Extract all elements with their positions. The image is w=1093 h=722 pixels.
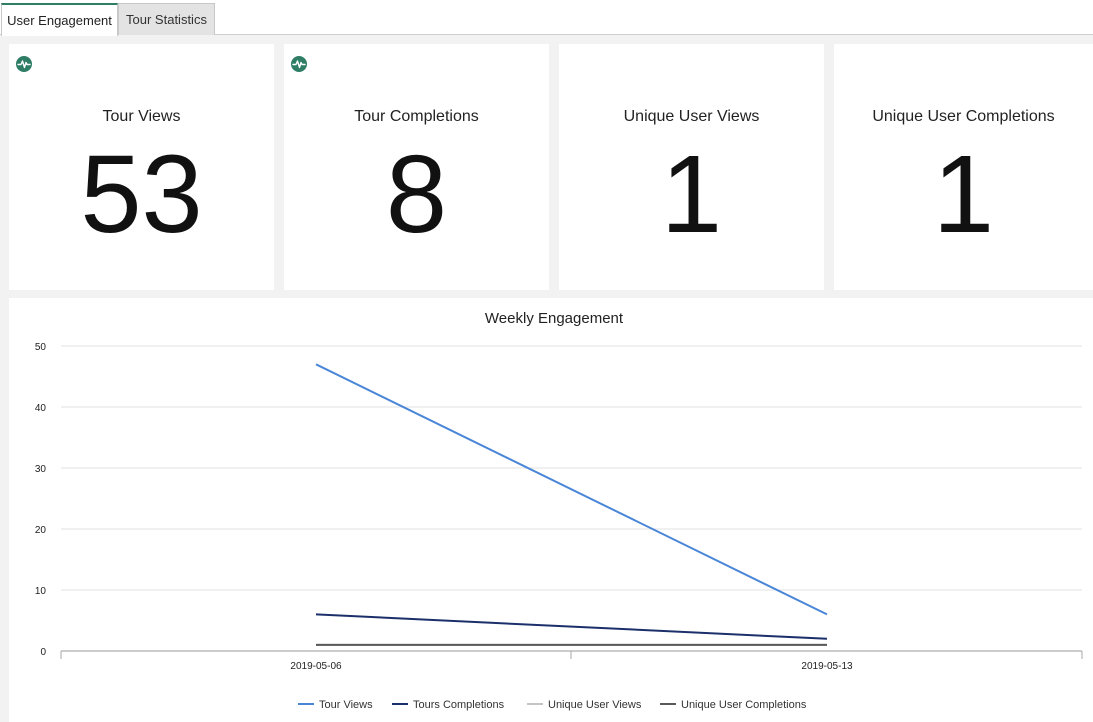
- card-label: Tour Completions: [354, 108, 479, 125]
- legend-label: Unique User Views: [548, 699, 642, 711]
- tab-tour-statistics[interactable]: Tour Statistics: [118, 3, 215, 35]
- card-label: Unique User Views: [623, 108, 760, 125]
- x-tick-label: 2019-05-06: [290, 661, 342, 672]
- chart-title: Weekly Engagement: [485, 310, 624, 327]
- series-line-tour-views: [315, 363, 828, 616]
- y-tick-label: 20: [35, 525, 47, 536]
- card-value: 53: [80, 133, 203, 256]
- y-tick-label: 30: [35, 464, 47, 475]
- legend-label: Unique User Completions: [681, 699, 807, 711]
- card-value: 8: [385, 133, 448, 256]
- unique-user-views-card: Unique User Views 1: [559, 44, 824, 290]
- y-tick-label: 40: [35, 403, 47, 414]
- weekly-engagement-chart: Weekly Engagement 0 10 20 30 40 50 2019-05-06 20…: [9, 298, 1093, 722]
- unique-user-completions-card: Unique User Completions 1: [834, 44, 1093, 290]
- chart-svg: Weekly Engagement 0 10 20 30 40 50 2019-05-06 20…: [35, 310, 1083, 711]
- tour-completions-card: Tour Completions 8: [284, 44, 549, 290]
- tab-user-engagement[interactable]: User Engagement: [1, 3, 118, 36]
- y-tick-label: 50: [35, 342, 47, 353]
- tour-views-card: Tour Views 53: [9, 44, 274, 290]
- card-label: Tour Views: [102, 108, 181, 125]
- legend-label: Tour Views: [319, 699, 373, 711]
- card-value: 1: [932, 133, 995, 256]
- y-tick-label: 0: [40, 647, 46, 658]
- card-value: 1: [660, 133, 723, 256]
- x-tick-label: 2019-05-13: [801, 661, 853, 672]
- pulse-icon: [16, 56, 32, 72]
- legend-label: Tours Completions: [413, 699, 505, 711]
- y-tick-label: 10: [35, 586, 47, 597]
- card-label: Unique User Completions: [872, 108, 1055, 125]
- series-line-tours-completions: [315, 613, 828, 640]
- pulse-icon: [291, 56, 307, 72]
- tab-bar: User Engagement Tour Statistics: [0, 0, 1093, 36]
